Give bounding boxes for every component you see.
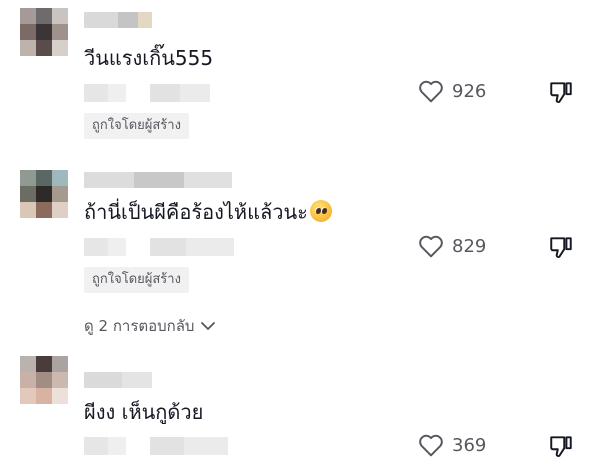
thumbs-down-outline-icon[interactable] — [548, 79, 574, 105]
avatar[interactable] — [20, 170, 68, 218]
username-blurred[interactable] — [84, 172, 232, 188]
like-count: 926 — [452, 80, 487, 102]
thumbs-down-outline-icon[interactable] — [548, 433, 574, 459]
username-blurred[interactable] — [84, 12, 152, 28]
view-replies-label: ดู 2 การตอบกลับ — [84, 317, 195, 335]
like-button[interactable]: 369 — [418, 433, 492, 457]
thumbs-down-outline-icon[interactable] — [548, 234, 574, 260]
liked-by-creator-badge: ถูกใจโดยผู้สร้าง — [84, 267, 189, 293]
comment-meta-blurred — [84, 84, 210, 102]
avatar[interactable] — [20, 8, 68, 56]
like-count: 369 — [452, 434, 487, 456]
pleading-face-emoji — [309, 200, 332, 222]
avatar[interactable] — [20, 356, 68, 404]
like-count: 829 — [452, 235, 487, 257]
heart-outline-icon — [419, 80, 443, 103]
comment-text-content: ถ้านี่เป็นผีคือร้องไห้แล้วนะ — [84, 200, 308, 224]
comment-meta-blurred — [84, 238, 234, 256]
chevron-down-icon — [201, 322, 216, 330]
comment-text: ถ้านี่เป็นผีคือร้องไห้แล้วนะ — [84, 198, 332, 226]
view-replies-button[interactable]: ดู 2 การตอบกลับ — [84, 314, 216, 338]
username-blurred[interactable] — [84, 372, 152, 388]
comment-text: วีนแรงเกิ๊น555 — [84, 46, 214, 70]
comment-text: ผีงง เห็นกูด้วย — [84, 400, 204, 424]
like-button[interactable]: 926 — [418, 79, 492, 103]
liked-by-creator-badge: ถูกใจโดยผู้สร้าง — [84, 113, 189, 139]
like-button[interactable]: 829 — [418, 234, 492, 258]
heart-outline-icon — [419, 434, 443, 457]
comment-meta-blurred — [84, 437, 228, 455]
heart-outline-icon — [419, 235, 443, 258]
